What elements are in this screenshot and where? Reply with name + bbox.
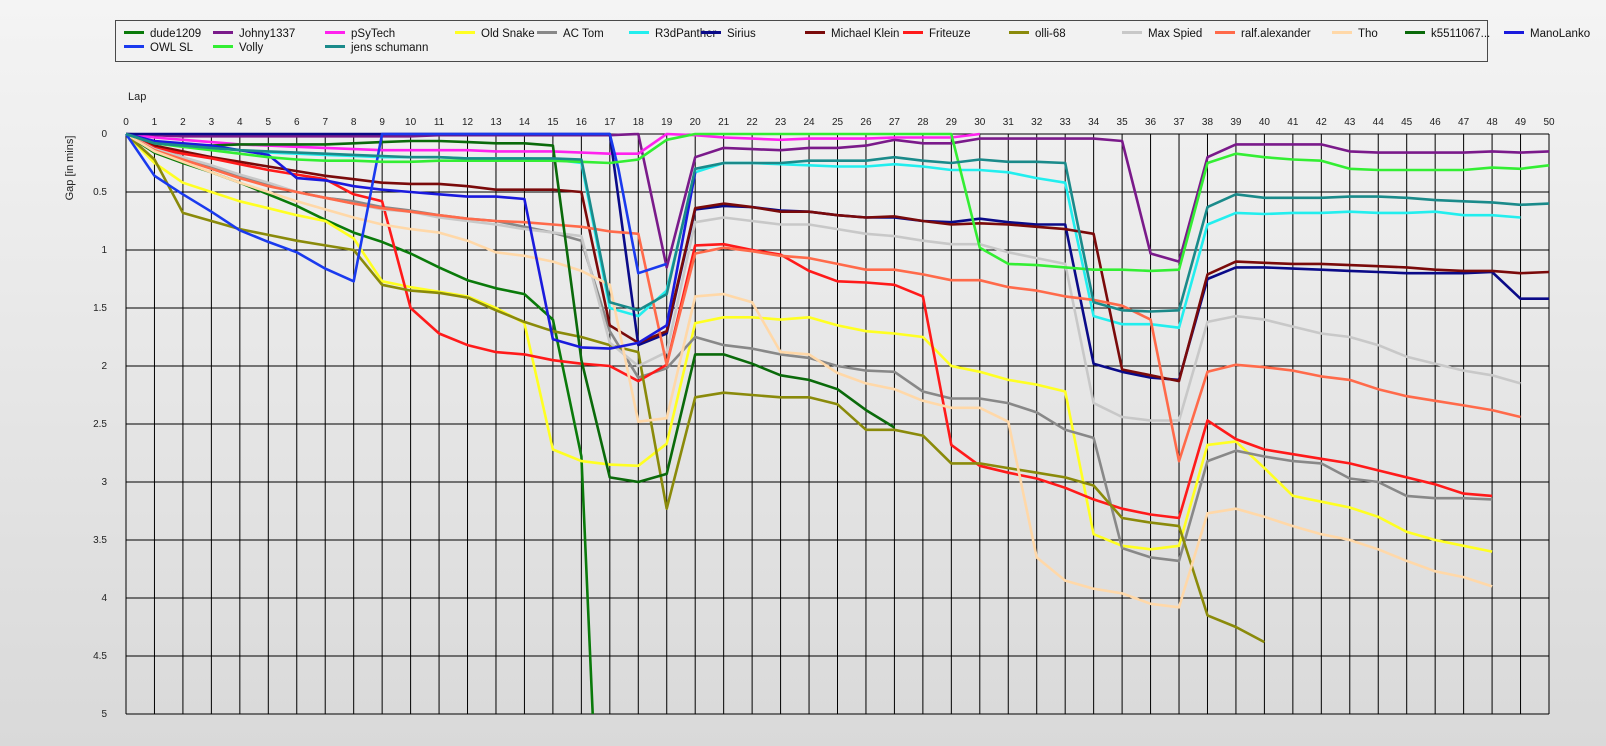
x-tick-label: 11 [434,117,445,128]
x-tick-label: 50 [1543,117,1555,128]
y-tick-label: 1 [101,245,107,256]
y-tick-label: 0 [101,129,107,140]
x-tick-label: 24 [803,117,815,128]
x-tick-label: 29 [946,117,958,128]
y-tick-label: 4.5 [93,651,107,662]
x-tick-label: 41 [1287,117,1299,128]
x-tick-label: 30 [974,117,986,128]
x-tick-label: 18 [633,117,645,128]
x-tick-label: 39 [1230,117,1242,128]
x-tick-label: 15 [547,117,559,128]
x-tick-label: 35 [1117,117,1129,128]
x-tick-label: 26 [860,117,872,128]
y-axis-ticks: 0 0.5 1 1.5 2 2.5 3 3.5 4 4.5 5 [93,129,107,720]
x-tick-label: 38 [1202,117,1214,128]
y-tick-label: 5 [101,709,107,720]
x-tick-label: 3 [209,117,215,128]
x-tick-label: 25 [832,117,844,128]
x-tick-label: 33 [1060,117,1072,128]
x-tick-label: 8 [351,117,357,128]
x-tick-label: 9 [379,117,385,128]
x-tick-label: 19 [661,117,673,128]
x-axis-label: Lap [128,91,146,103]
x-tick-label: 31 [1003,117,1015,128]
x-tick-label: 40 [1259,117,1271,128]
x-tick-label: 16 [576,117,588,128]
x-tick-label: 27 [889,117,901,128]
x-tick-label: 17 [604,117,616,128]
y-tick-label: 3 [101,477,107,488]
x-tick-label: 1 [152,117,158,128]
x-tick-label: 2 [180,117,186,128]
x-tick-label: 7 [322,117,328,128]
x-tick-label: 44 [1373,117,1385,128]
x-tick-label: 43 [1344,117,1356,128]
series-line-r3dpanther [125,132,1521,330]
x-tick-label: 28 [917,117,929,128]
x-tick-label: 48 [1487,117,1499,128]
x-axis-ticks: 0 1 2 3 4 5 6 7 8 9 10 11 12 13 14 15 16 17 18 19 20 21 22 23 24… [123,117,1555,128]
x-tick-label: 45 [1401,117,1413,128]
x-tick-label: 12 [462,117,474,128]
x-tick-label: 34 [1088,117,1100,128]
x-tick-label: 42 [1316,117,1328,128]
x-tick-label: 36 [1145,117,1157,128]
x-tick-label: 23 [775,117,787,128]
x-tick-label: 6 [294,117,300,128]
x-tick-label: 5 [266,117,272,128]
y-tick-label: 0.5 [93,187,107,198]
x-tick-label: 0 [123,117,129,128]
y-tick-label: 1.5 [93,303,107,314]
x-tick-label: 46 [1430,117,1442,128]
y-tick-label: 2.5 [93,419,107,430]
chart-area: 0 1 2 3 4 5 6 7 8 9 10 11 12 13 14 15 16 17 18 19 20 21 22 23 24… [64,91,1555,720]
x-tick-label: 21 [718,117,730,128]
x-tick-label: 47 [1458,117,1470,128]
y-tick-label: 4 [101,593,107,604]
x-tick-label: 14 [519,117,531,128]
x-tick-label: 13 [490,117,502,128]
x-tick-label: 37 [1173,117,1185,128]
x-tick-label: 20 [690,117,702,128]
y-tick-label: 2 [101,361,107,372]
x-tick-label: 32 [1031,117,1043,128]
y-tick-label: 3.5 [93,535,107,546]
y-axis-label: Gap [in mins] [64,136,76,201]
x-tick-label: 10 [405,117,417,128]
x-tick-label: 49 [1515,117,1527,128]
x-tick-label: 22 [747,117,759,128]
grid [125,133,1550,715]
x-tick-label: 4 [237,117,243,128]
